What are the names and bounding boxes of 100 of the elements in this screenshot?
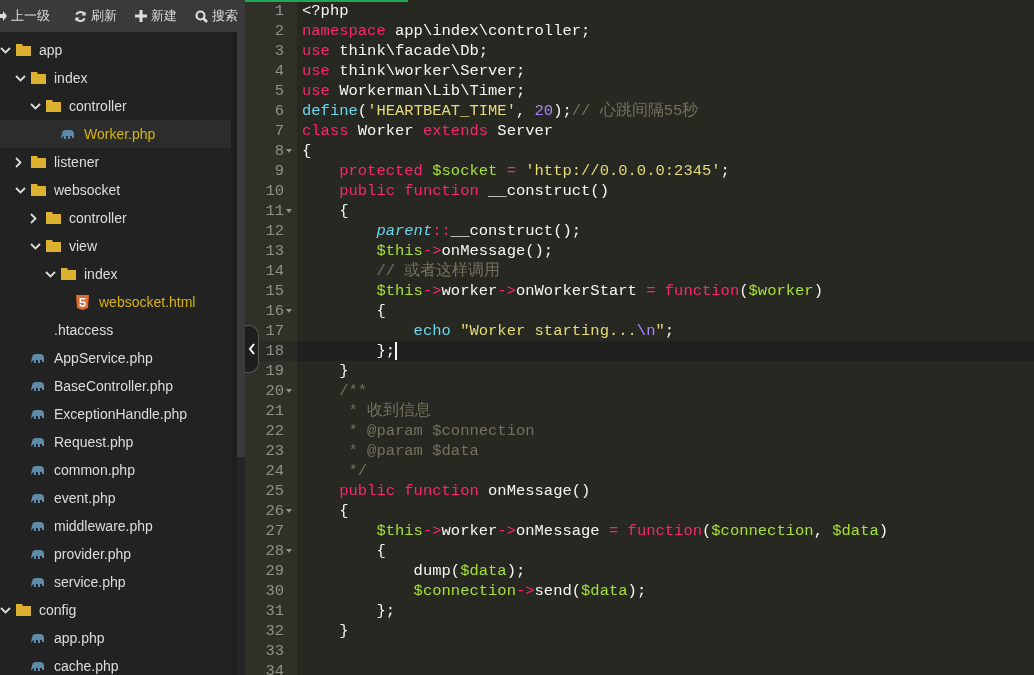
toolbar-button[interactable]: 新建 xyxy=(135,6,177,26)
folder-name: index xyxy=(84,264,118,284)
file-row[interactable]: common.php xyxy=(0,456,231,484)
line-number: 6 xyxy=(274,101,284,121)
line-number: 10 xyxy=(265,181,284,201)
line-number: 31 xyxy=(265,601,284,621)
elephant-icon xyxy=(31,464,45,476)
line-number: 29 xyxy=(265,561,284,581)
toolbar-button[interactable]: 上一级 xyxy=(0,6,50,26)
folder-icon xyxy=(46,240,61,252)
elephant-icon xyxy=(61,128,75,140)
folder-name: config xyxy=(39,600,77,620)
folder-name: websocket xyxy=(54,180,121,200)
file-row[interactable]: provider.php xyxy=(0,540,231,568)
fold-arrow-icon[interactable] xyxy=(285,209,292,213)
line-number: 2 xyxy=(274,21,284,41)
line-number: 20 xyxy=(265,381,284,401)
file-name: websocket.html xyxy=(99,292,196,312)
line-number: 21 xyxy=(265,401,284,421)
chevron-down-icon[interactable] xyxy=(30,242,41,250)
folder-row[interactable]: controller xyxy=(0,92,231,120)
folder-row[interactable]: view xyxy=(0,232,231,260)
code-line: parent::__construct(); xyxy=(375,221,582,241)
scrollbar-thumb[interactable] xyxy=(237,32,245,457)
folder-icon xyxy=(31,72,46,84)
search-icon xyxy=(195,9,208,23)
collapse-sidebar-button[interactable] xyxy=(245,325,259,373)
chevron-down-icon[interactable] xyxy=(15,186,26,194)
fold-arrow-icon[interactable] xyxy=(285,309,292,313)
folder-row[interactable]: index xyxy=(0,260,231,288)
file-name: provider.php xyxy=(54,544,132,564)
file-row[interactable]: Worker.php xyxy=(0,120,231,148)
chevron-down-icon[interactable] xyxy=(45,270,56,278)
chevron-down-icon[interactable] xyxy=(0,46,11,54)
line-number: 25 xyxy=(265,481,284,501)
chevron-down-icon[interactable] xyxy=(15,74,26,82)
arrow-right-icon xyxy=(0,10,7,22)
file-row[interactable]: websocket.html xyxy=(0,288,231,316)
folder-row[interactable]: websocket xyxy=(0,176,231,204)
code-line: { xyxy=(375,541,386,561)
file-name: AppService.php xyxy=(54,348,153,368)
folder-row[interactable]: app xyxy=(0,36,231,64)
file-row[interactable]: BaseController.php xyxy=(0,372,231,400)
file-name: event.php xyxy=(54,488,116,508)
line-number: 5 xyxy=(274,81,284,101)
code-line: dump($data); xyxy=(412,561,526,581)
file-row[interactable]: .htaccess xyxy=(0,316,231,344)
elephant-icon xyxy=(31,632,45,644)
line-number: 26 xyxy=(265,501,284,521)
elephant-icon xyxy=(31,576,45,588)
file-row[interactable]: app.php xyxy=(0,624,231,652)
line-number: 7 xyxy=(274,121,284,141)
file-row[interactable]: ExceptionHandle.php xyxy=(0,400,231,428)
folder-icon xyxy=(31,184,46,196)
fold-arrow-icon[interactable] xyxy=(285,509,292,513)
file-name: cache.php xyxy=(54,656,119,675)
line-number: 14 xyxy=(265,261,284,281)
folder-icon xyxy=(16,44,31,56)
code-line: echo "Worker starting...\n"; xyxy=(412,321,675,341)
folder-icon xyxy=(31,156,46,168)
file-row[interactable]: service.php xyxy=(0,568,231,596)
line-number: 18 xyxy=(265,341,284,361)
toolbar-button[interactable]: 搜索 xyxy=(195,6,238,26)
elephant-icon xyxy=(31,660,45,672)
line-number: 15 xyxy=(265,281,284,301)
folder-name: controller xyxy=(69,96,127,116)
chevron-right-icon[interactable] xyxy=(30,212,37,224)
elephant-icon xyxy=(31,352,45,364)
line-number: 34 xyxy=(265,661,284,675)
chevron-down-icon[interactable] xyxy=(0,606,11,614)
file-row[interactable]: cache.php xyxy=(0,652,231,675)
elephant-icon xyxy=(31,408,45,420)
file-row[interactable]: middleware.php xyxy=(0,512,231,540)
code-line: $connection->send($data); xyxy=(412,581,647,601)
file-row[interactable]: AppService.php xyxy=(0,344,231,372)
folder-icon xyxy=(46,100,61,112)
refresh-icon xyxy=(74,9,87,23)
file-row[interactable]: Request.php xyxy=(0,428,231,456)
folder-row[interactable]: index xyxy=(0,64,231,92)
file-row[interactable]: event.php xyxy=(0,484,231,512)
code-line: }; xyxy=(375,601,395,621)
text-cursor xyxy=(395,342,397,360)
chevron-right-icon[interactable] xyxy=(15,156,22,168)
chevron-down-icon[interactable] xyxy=(30,102,41,110)
folder-name: index xyxy=(54,68,88,88)
fold-arrow-icon[interactable] xyxy=(285,389,292,393)
code-line: /** xyxy=(338,381,368,401)
folder-icon xyxy=(46,212,61,224)
toolbar-button[interactable]: 刷新 xyxy=(74,6,117,26)
folder-row[interactable]: listener xyxy=(0,148,231,176)
folder-row[interactable]: config xyxy=(0,596,231,624)
elephant-icon xyxy=(31,380,45,392)
fold-arrow-icon[interactable] xyxy=(285,149,292,153)
code-line: }; xyxy=(375,341,395,361)
fold-arrow-icon[interactable] xyxy=(285,549,292,553)
code-line: } xyxy=(338,361,349,381)
code-line: use think\worker\Server; xyxy=(302,61,526,81)
plus-icon xyxy=(135,10,147,22)
folder-row[interactable]: controller xyxy=(0,204,231,232)
code-line: } xyxy=(338,621,349,641)
